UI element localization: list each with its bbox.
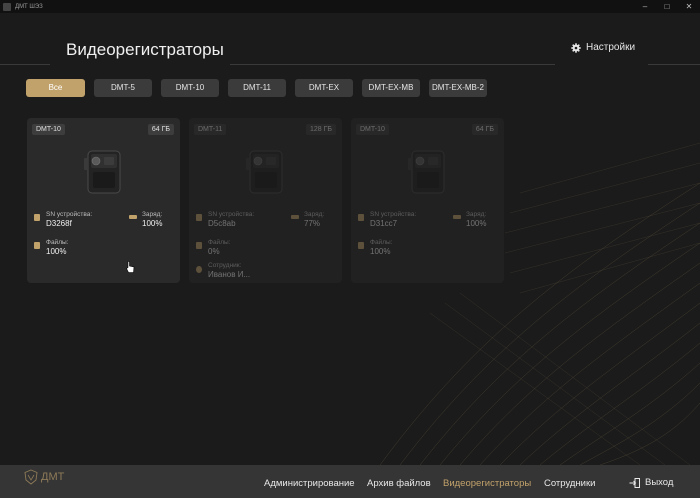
files-value: 100% — [46, 247, 67, 256]
model-filter-bar: Все DMT-5 DMT-10 DMT-11 DMT-EX DMT-EX-MB… — [26, 79, 496, 97]
device-storage-badge: 64 ГБ — [471, 124, 498, 135]
files-label: Файлы: — [370, 239, 393, 246]
files-label: Файлы: — [208, 239, 231, 246]
charge-info: Заряд: 100% — [142, 211, 162, 228]
charge-value: 100% — [466, 219, 487, 228]
app-icon — [3, 2, 11, 11]
charge-value: 100% — [142, 219, 163, 228]
body-camera-image — [84, 150, 121, 194]
serial-number-value: D5c8ab — [208, 219, 236, 228]
user-icon — [196, 266, 202, 273]
header-divider-right — [648, 64, 700, 65]
charge-label: Заряд: — [304, 211, 325, 218]
device-storage-badge: 128 ГБ — [305, 124, 336, 135]
nav-video-recorders-label[interactable]: Видеорегистраторы — [443, 478, 531, 489]
nav-administration-label[interactable]: Администрирование — [264, 478, 355, 489]
device-card[interactable]: DMT-10 64 ГБ SN устройства: D3268f Заряд… — [27, 118, 180, 283]
sd-card-icon — [34, 214, 40, 221]
file-icon — [358, 242, 364, 249]
serial-number-label: SN устройства: — [208, 211, 255, 218]
nav-file-archive[interactable]: Архив файлов — [367, 478, 431, 489]
body-camera-image — [246, 150, 283, 194]
minimize-icon[interactable]: – — [634, 0, 656, 13]
charge-value: 77% — [304, 219, 321, 228]
device-model-badge: DMT-10 — [356, 124, 389, 135]
device-model-badge: DMT-11 — [194, 124, 227, 135]
window-title: ДМТ ШЭЗ — [15, 3, 43, 10]
serial-number-label: SN устройства: — [46, 211, 93, 218]
window-controls: – □ ✕ — [634, 0, 700, 13]
file-icon — [196, 242, 202, 249]
filter-dmt-5[interactable]: DMT-5 — [94, 79, 152, 97]
nav-employees-label[interactable]: Сотрудники — [544, 478, 595, 489]
files-info: Файлы: 100% — [370, 239, 392, 256]
employee-value: Иванов И... — [208, 270, 251, 279]
serial-number-info: SN устройства: D31cc7 — [370, 211, 416, 228]
header-divider-left — [0, 64, 50, 65]
device-card[interactable]: DMT-11 128 ГБ SN устройства: D5c8ab Заря… — [189, 118, 342, 283]
serial-number-label: SN устройства: — [370, 211, 417, 218]
files-value: 100% — [370, 247, 391, 256]
filter-dmt-10[interactable]: DMT-10 — [161, 79, 219, 97]
gear-icon — [571, 42, 581, 53]
settings-label: Настройки — [586, 42, 636, 53]
serial-number-info: SN устройства: D3268f — [46, 211, 92, 228]
charge-label: Заряд: — [142, 211, 163, 218]
files-label: Файлы: — [46, 239, 69, 246]
nav-video-recorders[interactable]: Видеорегистраторы — [443, 478, 531, 489]
employee-info: Сотрудник: Иванов И... — [208, 262, 250, 279]
filter-dmt-ex-mb[interactable]: DMT-EX-MB — [362, 79, 420, 97]
serial-number-value: D3268f — [46, 219, 72, 228]
device-card[interactable]: DMT-10 64 ГБ SN устройства: D31cc7 Заряд… — [351, 118, 504, 283]
page-title: Видеорегистраторы — [66, 40, 224, 59]
logout-icon — [629, 477, 640, 488]
body-camera-image — [408, 150, 445, 194]
nav-administration[interactable]: Администрирование — [264, 478, 355, 489]
bottom-navigation-bar: ДМТ Администрирование Архив файлов Видео… — [0, 465, 700, 498]
battery-icon — [291, 215, 299, 219]
files-info: Файлы: 100% — [46, 239, 68, 256]
filter-dmt-11[interactable]: DMT-11 — [228, 79, 286, 97]
app-logo: ДМТ — [24, 469, 64, 485]
exit-label: Выход — [645, 477, 674, 488]
shield-logo-icon — [24, 469, 38, 485]
filter-dmt-ex[interactable]: DMT-EX — [295, 79, 353, 97]
charge-info: Заряд: 100% — [466, 211, 486, 228]
filter-dmt-ex-mb-2[interactable]: DMT-EX-MB-2 — [429, 79, 487, 97]
charge-label: Заряд: — [466, 211, 487, 218]
nav-employees[interactable]: Сотрудники — [544, 478, 595, 489]
header: Видеорегистраторы Настройки — [0, 13, 700, 73]
window-titlebar: ДМТ ШЭЗ – □ ✕ — [0, 0, 700, 13]
maximize-icon[interactable]: □ — [656, 0, 678, 13]
battery-icon — [453, 215, 461, 219]
files-value: 0% — [208, 247, 220, 256]
battery-icon — [129, 215, 137, 219]
employee-label: Сотрудник: — [208, 262, 242, 269]
file-icon — [34, 242, 40, 249]
charge-info: Заряд: 77% — [304, 211, 324, 228]
device-model-badge: DMT-10 — [32, 124, 65, 135]
filter-all[interactable]: Все — [26, 79, 85, 97]
sd-card-icon — [358, 214, 364, 221]
exit-button[interactable]: Выход — [629, 477, 673, 488]
files-info: Файлы: 0% — [208, 239, 230, 256]
close-icon[interactable]: ✕ — [678, 0, 700, 13]
device-card-list: DMT-10 64 ГБ SN устройства: D3268f Заряд… — [27, 118, 513, 283]
header-divider-middle — [230, 64, 555, 65]
nav-file-archive-label[interactable]: Архив файлов — [367, 478, 431, 489]
sd-card-icon — [196, 214, 202, 221]
logo-text: ДМТ — [41, 471, 65, 483]
serial-number-value: D31cc7 — [370, 219, 398, 228]
settings-button[interactable]: Настройки — [571, 42, 635, 53]
serial-number-info: SN устройства: D5c8ab — [208, 211, 254, 228]
hand-cursor-icon — [126, 261, 135, 273]
device-storage-badge: 64 ГБ — [147, 124, 174, 135]
